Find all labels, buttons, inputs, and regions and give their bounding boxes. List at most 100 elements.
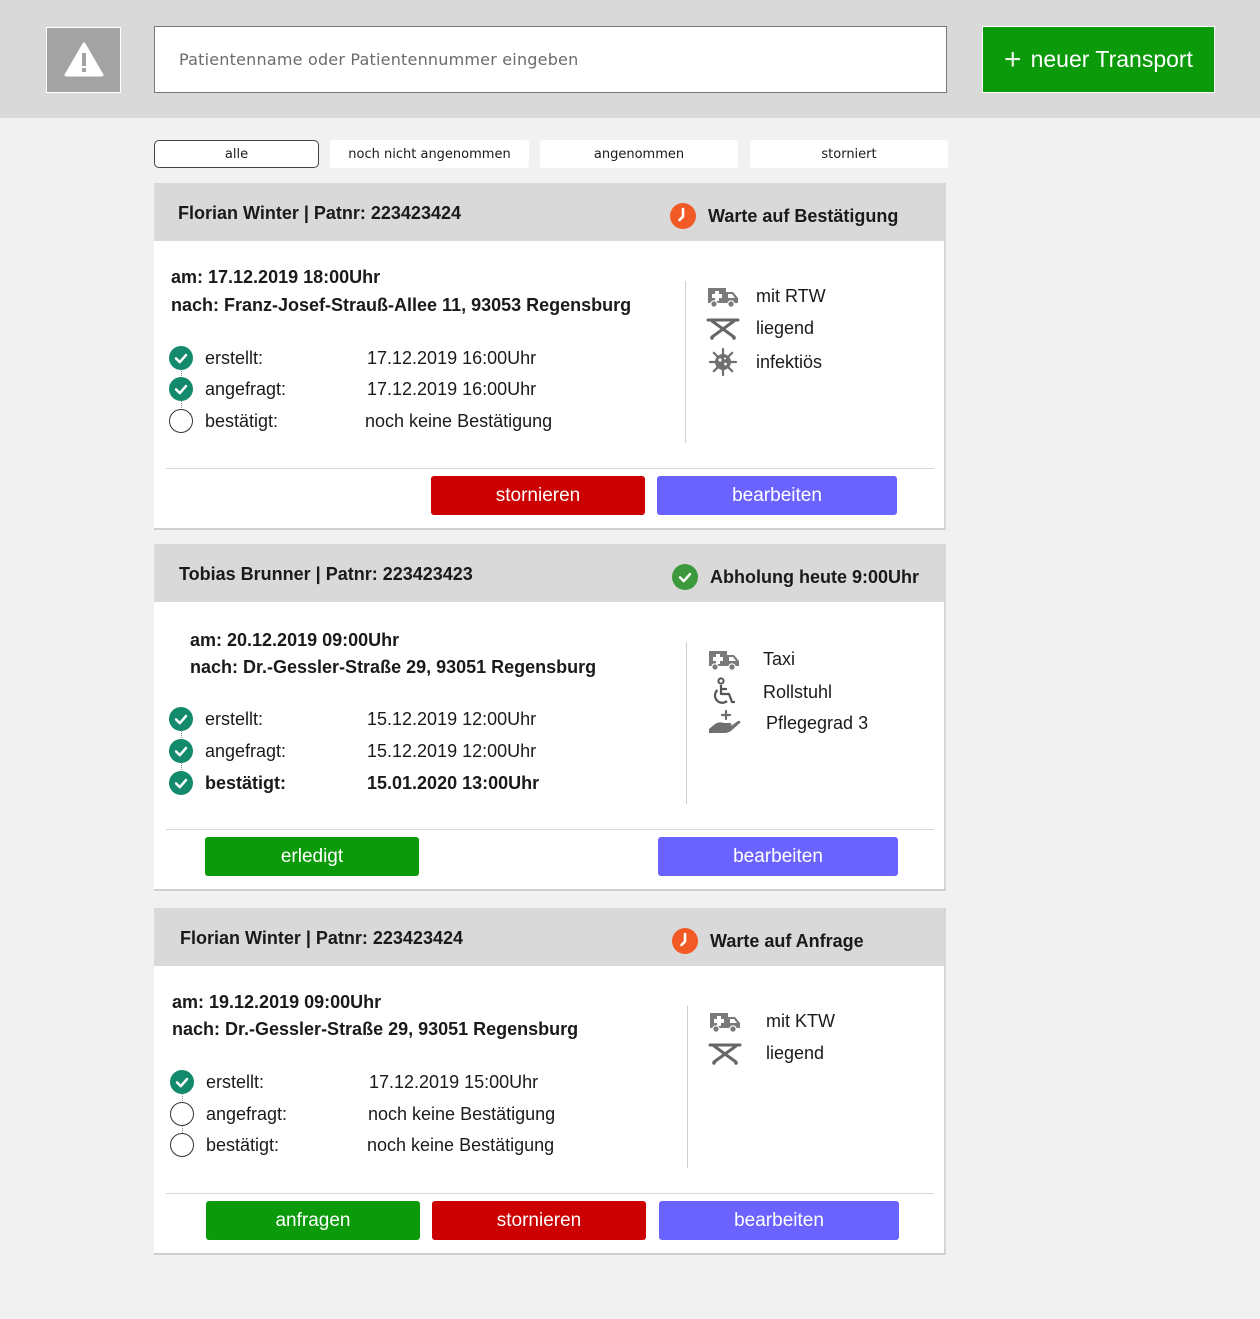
filter-tab-storniert[interactable]: storniert bbox=[750, 140, 948, 168]
feature-label: mit RTW bbox=[756, 285, 826, 306]
feature-transport-type: Taxi bbox=[707, 644, 795, 674]
feature-label: mit KTW bbox=[766, 1010, 835, 1031]
feature-label: Pflegegrad 3 bbox=[766, 712, 869, 733]
card-header: Florian Winter | Patnr: 223423424 Warte … bbox=[154, 908, 944, 966]
feature-label: Rollstuhl bbox=[763, 681, 833, 702]
timeline-label: erstellt: bbox=[205, 708, 264, 729]
feature-label: liegend bbox=[766, 1042, 825, 1063]
filter-tab-alle[interactable]: alle bbox=[154, 140, 319, 168]
timeline-label: angefragt: bbox=[205, 378, 287, 399]
empty-circle-icon bbox=[169, 409, 193, 433]
cancel-button[interactable]: stornieren bbox=[432, 1201, 646, 1240]
feature-label: Taxi bbox=[763, 648, 796, 669]
empty-circle-icon bbox=[170, 1102, 194, 1126]
timeline-label: erstellt: bbox=[205, 347, 264, 368]
transport-card: Florian Winter | Patnr: 223423424 Warte … bbox=[154, 908, 946, 1255]
card-header: Florian Winter | Patnr: 223423424 Warte … bbox=[154, 183, 944, 241]
ambulance-icon bbox=[708, 1006, 742, 1036]
timeline-label: bestätigt: bbox=[206, 1134, 280, 1155]
status-text: Warte auf Bestätigung bbox=[708, 205, 899, 226]
ambulance-icon bbox=[707, 644, 741, 674]
clock-icon bbox=[670, 203, 696, 229]
patient-title: Florian Winter | Patnr: 223423424 bbox=[180, 928, 463, 948]
new-transport-label: neuer Transport bbox=[1030, 46, 1193, 72]
search-input[interactable] bbox=[154, 26, 947, 93]
transport-destination: nach: Dr.-Gessler-Straße 29, 93051 Regen… bbox=[190, 657, 597, 677]
warning-triangle-icon bbox=[64, 42, 103, 77]
patient-title: Florian Winter | Patnr: 223423424 bbox=[178, 203, 461, 223]
transport-destination: nach: Dr.-Gessler-Straße 29, 93051 Regen… bbox=[172, 1019, 579, 1039]
timeline-value: 15.01.2020 13:00Uhr bbox=[367, 772, 540, 793]
warning-button[interactable] bbox=[46, 27, 121, 93]
timeline-label: erstellt: bbox=[206, 1071, 265, 1092]
check-circle-icon bbox=[672, 564, 698, 590]
request-button[interactable]: anfragen bbox=[206, 1201, 420, 1240]
feature-mobility: Rollstuhl bbox=[707, 677, 832, 707]
check-icon bbox=[169, 771, 193, 795]
plus-icon: + bbox=[1004, 42, 1022, 76]
timeline-row-angefragt: angefragt: 15.12.2019 12:00Uhr bbox=[169, 739, 536, 763]
timeline-row-bestaetigt: bestätigt: noch keine Bestätigung bbox=[170, 1133, 554, 1157]
timeline-row-angefragt: angefragt: 17.12.2019 16:00Uhr bbox=[169, 377, 536, 401]
feature-label: infektiös bbox=[756, 351, 823, 372]
stretcher-icon bbox=[708, 1038, 742, 1068]
virus-icon bbox=[706, 347, 740, 377]
feature-position: liegend bbox=[706, 313, 814, 343]
patient-title: Tobias Brunner | Patnr: 223423423 bbox=[179, 564, 473, 584]
transport-date: am: 20.12.2019 09:00Uhr bbox=[190, 630, 400, 650]
transport-destination: nach: Franz-Josef-Strauß-Allee 11, 93053… bbox=[171, 295, 632, 315]
done-button[interactable]: erledigt bbox=[205, 837, 419, 876]
timeline-row-erstellt: erstellt: 17.12.2019 16:00Uhr bbox=[169, 346, 536, 370]
ambulance-icon bbox=[706, 281, 740, 311]
empty-circle-icon bbox=[170, 1133, 194, 1157]
cancel-button[interactable]: stornieren bbox=[431, 476, 645, 515]
status-badge: Abholung heute 9:00Uhr bbox=[672, 564, 919, 590]
new-transport-button[interactable]: + neuer Transport bbox=[982, 26, 1215, 93]
status-badge: Warte auf Anfrage bbox=[672, 928, 864, 954]
transport-card: Florian Winter | Patnr: 223423424 Warte … bbox=[154, 183, 946, 530]
timeline-row-erstellt: erstellt: 15.12.2019 12:00Uhr bbox=[169, 707, 536, 731]
transport-date: am: 17.12.2019 18:00Uhr bbox=[171, 267, 381, 287]
transport-card: Tobias Brunner | Patnr: 223423423 Abholu… bbox=[154, 544, 946, 891]
feature-transport-type: mit KTW bbox=[708, 1006, 835, 1036]
timeline-value: 15.12.2019 12:00Uhr bbox=[367, 740, 537, 761]
edit-button[interactable]: bearbeiten bbox=[657, 476, 897, 515]
care-hand-icon bbox=[707, 708, 741, 738]
stretcher-icon bbox=[706, 313, 740, 343]
timeline-value: noch keine Bestätigung bbox=[367, 1134, 555, 1155]
timeline-value: noch keine Bestätigung bbox=[365, 410, 553, 431]
timeline-value: 17.12.2019 15:00Uhr bbox=[369, 1071, 539, 1092]
filter-tab-angenommen[interactable]: angenommen bbox=[540, 140, 738, 168]
timeline-value: 17.12.2019 16:00Uhr bbox=[367, 378, 537, 399]
timeline-row-erstellt: erstellt: 17.12.2019 15:00Uhr bbox=[170, 1070, 538, 1094]
feature-position: liegend bbox=[708, 1038, 824, 1068]
feature-transport-type: mit RTW bbox=[706, 281, 826, 311]
edit-button[interactable]: bearbeiten bbox=[658, 837, 898, 876]
check-icon bbox=[169, 346, 193, 370]
check-icon bbox=[169, 739, 193, 763]
timeline-value: 15.12.2019 12:00Uhr bbox=[367, 708, 537, 729]
edit-button[interactable]: bearbeiten bbox=[659, 1201, 899, 1240]
timeline-label: bestätigt: bbox=[205, 772, 286, 793]
timeline-row-angefragt: angefragt: noch keine Bestätigung bbox=[170, 1102, 555, 1126]
timeline-value: noch keine Bestätigung bbox=[368, 1103, 556, 1124]
timeline-row-bestaetigt: bestätigt: 15.01.2020 13:00Uhr bbox=[169, 771, 539, 795]
feature-label: liegend bbox=[756, 317, 815, 338]
wheelchair-icon bbox=[707, 677, 741, 707]
check-icon bbox=[170, 1070, 194, 1094]
timeline-label: angefragt: bbox=[205, 740, 287, 761]
feature-infectious: infektiös bbox=[706, 347, 822, 377]
feature-care-level: Pflegegrad 3 bbox=[707, 708, 868, 738]
timeline-row-bestaetigt: bestätigt: noch keine Bestätigung bbox=[169, 409, 552, 433]
filter-tab-noch-nicht-angenommen[interactable]: noch nicht angenommen bbox=[330, 140, 529, 168]
check-icon bbox=[169, 377, 193, 401]
status-text: Abholung heute 9:00Uhr bbox=[710, 566, 920, 587]
card-header: Tobias Brunner | Patnr: 223423423 Abholu… bbox=[154, 544, 944, 602]
status-text: Warte auf Anfrage bbox=[710, 930, 864, 951]
timeline-label: angefragt: bbox=[206, 1103, 288, 1124]
status-badge: Warte auf Bestätigung bbox=[670, 203, 898, 229]
check-icon bbox=[169, 707, 193, 731]
timeline-label: bestätigt: bbox=[205, 410, 279, 431]
clock-icon bbox=[672, 928, 698, 954]
timeline-value: 17.12.2019 16:00Uhr bbox=[367, 347, 537, 368]
